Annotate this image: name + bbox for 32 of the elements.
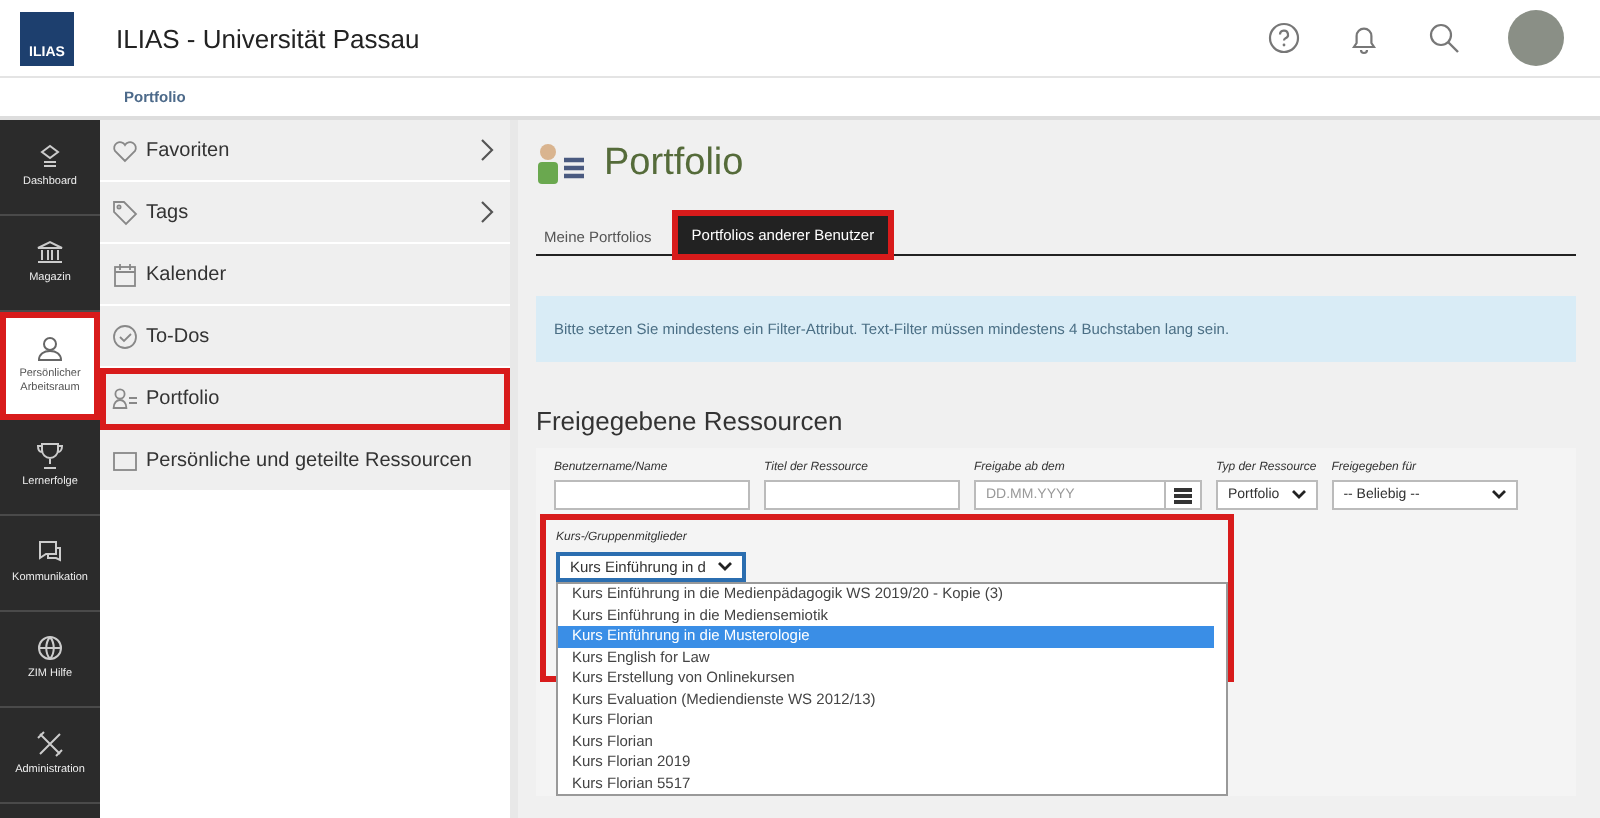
chat-icon	[36, 538, 64, 567]
caret-down-icon	[1491, 490, 1506, 500]
tag-icon	[112, 199, 138, 225]
globe-icon	[36, 634, 64, 663]
caret-down-icon	[717, 562, 732, 572]
calendar-button[interactable]	[1166, 480, 1202, 510]
input-field[interactable]	[554, 480, 750, 510]
folder-icon	[112, 447, 138, 473]
check-icon	[112, 323, 138, 349]
page-title: Portfolio	[604, 142, 744, 186]
menu-item[interactable]: Tags	[100, 182, 510, 244]
menu-item[interactable]: Kalender	[100, 244, 510, 306]
input-field[interactable]	[764, 480, 960, 510]
search-icon[interactable]	[1428, 22, 1460, 54]
tools-icon	[36, 730, 64, 759]
site-title: ILIAS - Universität Passau	[116, 23, 420, 53]
caret-down-icon	[1291, 490, 1306, 500]
dashboard-icon	[36, 142, 64, 171]
portfolio-icon	[112, 385, 138, 411]
chevron-right-icon	[480, 138, 494, 162]
heart-icon	[112, 137, 138, 163]
bank-icon	[36, 238, 64, 267]
menu-item[interactable]: Portfolio	[100, 368, 510, 430]
menu-item[interactable]: Favoriten	[100, 120, 510, 182]
section-title: Freigegebene Ressourcen	[536, 406, 845, 436]
avatar[interactable]	[1508, 10, 1564, 66]
help-icon[interactable]	[1268, 22, 1300, 54]
person-icon	[36, 333, 64, 362]
trophy-icon	[36, 442, 64, 471]
menu-item[interactable]: Persönliche und geteilte Ressourcen	[100, 430, 510, 492]
chevron-right-icon	[480, 200, 494, 224]
menu-item[interactable]: To-Dos	[100, 306, 510, 368]
